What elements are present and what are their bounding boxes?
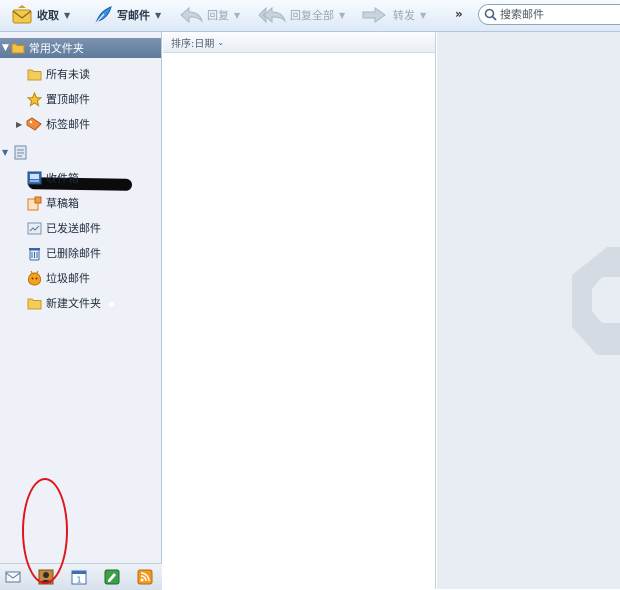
reading-pane	[437, 32, 620, 589]
account-node[interactable]: ▼	[2, 142, 32, 162]
notes-icon[interactable]	[104, 569, 120, 585]
sort-label: 排序:日期	[171, 38, 215, 50]
spam-icon	[27, 270, 41, 286]
favorites-header-label: 常用文件夹	[28, 42, 84, 55]
favorites-header[interactable]: ▼ 常用文件夹	[0, 38, 161, 58]
envelope-icon	[12, 5, 32, 24]
forward-arrow-icon	[362, 7, 386, 23]
reply-all-label: 回复全部	[290, 9, 334, 22]
chevron-down-icon[interactable]: ⌄	[217, 38, 224, 47]
receive-dropdown-icon[interactable]: ▼	[64, 11, 70, 20]
inbox-icon	[27, 171, 41, 185]
rss-icon[interactable]	[137, 569, 153, 585]
compose-dropdown-icon[interactable]: ▼	[155, 11, 161, 20]
message-list: 排序:日期 ⌄	[163, 32, 436, 589]
folder-icon	[27, 298, 41, 309]
account-icon	[14, 145, 27, 159]
sidebar-item-label: 已发送邮件	[46, 222, 101, 235]
mail-icon[interactable]	[5, 569, 21, 585]
sent-icon	[27, 222, 41, 234]
sidebar-item-sent[interactable]: 已发送邮件	[26, 218, 101, 238]
sidebar-item-spam[interactable]: 垃圾邮件	[26, 268, 90, 288]
reply-button[interactable]: 回复 ▼	[179, 3, 240, 27]
sidebar-item-label: 新建文件夹	[46, 297, 101, 310]
sidebar-item-label: 垃圾邮件	[46, 272, 90, 285]
sidebar-item-label: 置顶邮件	[46, 93, 90, 106]
sidebar-item-label: 草稿箱	[46, 197, 79, 210]
calendar-icon[interactable]: 1	[71, 569, 87, 585]
folder-sidebar: ▼ 常用文件夹 所有未读 置顶邮件 ▶ 标签邮件 ▼ 收件箱 草稿箱 已发送邮件	[0, 32, 162, 590]
tag-icon	[26, 117, 42, 131]
trash-icon	[28, 247, 40, 260]
more-tools-button[interactable]: »	[455, 7, 463, 21]
search-icon	[484, 8, 497, 21]
compose-button[interactable]: 写邮件 ▼	[93, 3, 161, 27]
feather-icon	[95, 6, 112, 24]
folder-icon	[11, 43, 25, 54]
toolbar: 收取 ▼ 写邮件 ▼ 回复 ▼ 回复全部 ▼ 转发 ▼ »	[0, 0, 620, 32]
reply-all-dropdown-icon[interactable]: ▼	[339, 11, 345, 20]
folder-icon	[27, 69, 41, 80]
sidebar-item-tagged[interactable]: ▶ 标签邮件	[16, 114, 90, 134]
sidebar-item-new-folder[interactable]: 新建文件夹	[26, 293, 101, 313]
sidebar-item-pinned[interactable]: 置顶邮件	[26, 89, 90, 109]
search-box	[478, 4, 620, 25]
reply-arrow-icon	[180, 6, 203, 24]
sidebar-item-label: 收件箱	[46, 172, 79, 185]
reply-label: 回复	[207, 9, 229, 22]
sidebar-item-label: 标签邮件	[46, 118, 91, 131]
watermark-logo-icon	[572, 247, 620, 355]
expand-arrow-icon[interactable]: ▶	[16, 120, 22, 129]
drafts-icon	[27, 196, 41, 210]
receive-button[interactable]: 收取 ▼	[11, 3, 70, 27]
reply-all-arrow-icon	[258, 6, 286, 24]
sidebar-item-label: 已删除邮件	[46, 247, 101, 260]
sidebar-item-inbox[interactable]: 收件箱	[26, 168, 79, 188]
receive-label: 收取	[37, 9, 59, 22]
forward-dropdown-icon[interactable]: ▼	[420, 11, 426, 20]
sidebar-item-label: 所有未读	[46, 68, 90, 81]
search-input[interactable]	[500, 8, 610, 21]
collapse-arrow-icon[interactable]: ▼	[2, 148, 8, 157]
svg-text:1: 1	[76, 576, 81, 585]
reply-all-button[interactable]: 回复全部 ▼	[258, 3, 345, 27]
forward-button[interactable]: 转发 ▼	[361, 3, 426, 27]
sort-bar[interactable]: 排序:日期 ⌄	[163, 32, 435, 53]
reply-dropdown-icon[interactable]: ▼	[234, 11, 240, 20]
cursor-dot	[109, 302, 114, 307]
sidebar-item-drafts[interactable]: 草稿箱	[26, 193, 79, 213]
forward-label: 转发	[393, 9, 415, 22]
compose-label: 写邮件	[117, 9, 150, 22]
sidebar-item-deleted[interactable]: 已删除邮件	[26, 243, 101, 263]
star-icon	[26, 91, 42, 107]
contacts-icon[interactable]	[38, 569, 54, 585]
collapse-arrow-icon[interactable]: ▼	[2, 43, 9, 53]
sidebar-footer: 1	[0, 563, 162, 590]
sidebar-item-all-unread[interactable]: 所有未读	[26, 64, 90, 84]
